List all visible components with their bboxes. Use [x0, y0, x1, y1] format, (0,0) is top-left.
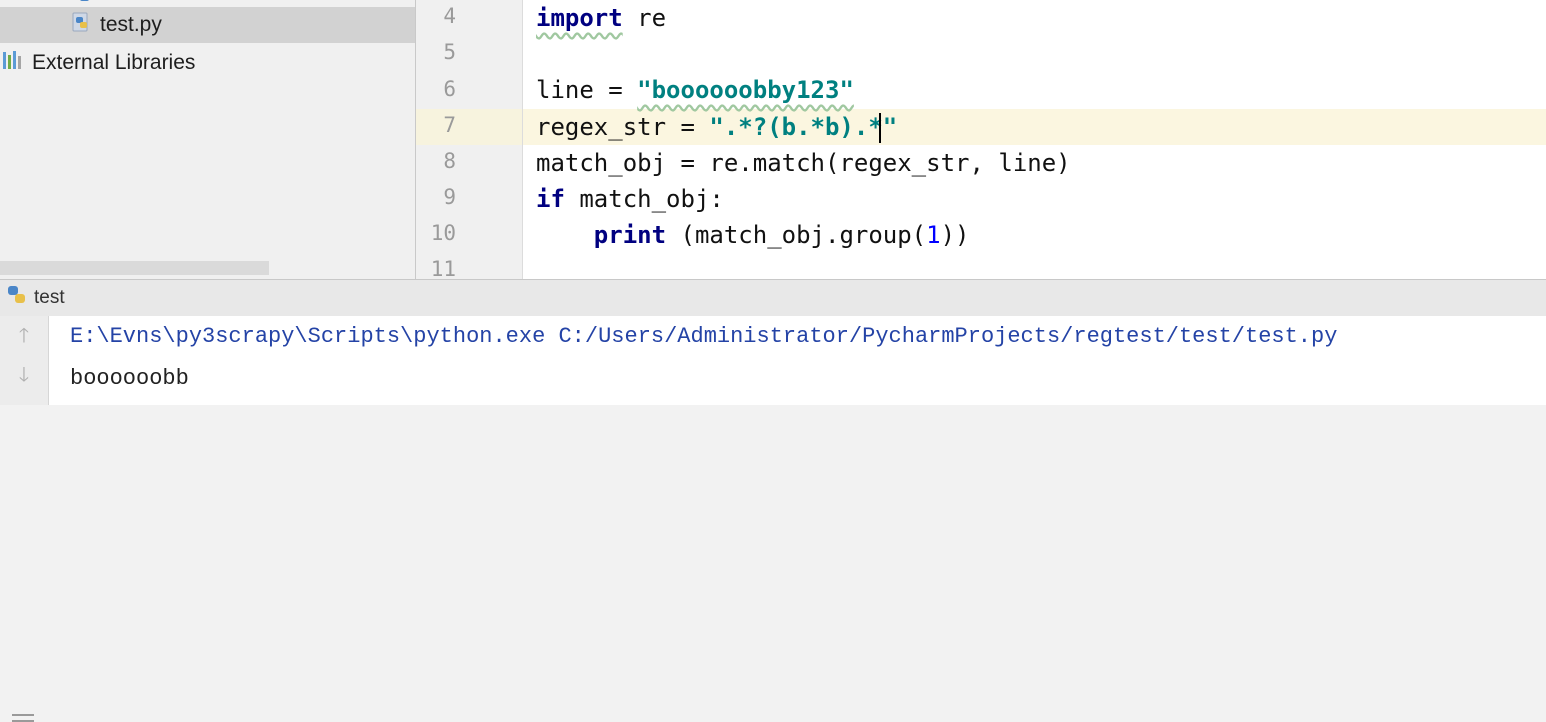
keyword: if — [536, 185, 565, 213]
text-caret — [878, 113, 881, 143]
line-number: 10 — [430, 221, 456, 245]
code-text: line = — [536, 76, 638, 104]
string-literal-end: " — [882, 113, 898, 141]
line-number: 4 — [443, 4, 456, 28]
run-console[interactable]: E:\Evns\py3scrapy\Scripts\python.exe C:/… — [49, 316, 1546, 405]
code-editor[interactable]: import re line = "boooooobby123" regex_s… — [523, 0, 1546, 279]
code-text: match_obj: — [564, 185, 724, 213]
keyword: import — [536, 4, 623, 32]
line-number: 8 — [443, 149, 456, 173]
console-output-line: boooooobb — [70, 366, 189, 391]
code-line-4[interactable]: import re — [536, 0, 666, 36]
code-line-6[interactable]: line = "boooooobby123" — [536, 72, 854, 108]
python-file-icon — [70, 10, 94, 40]
python-run-icon — [6, 284, 28, 312]
arrow-up-icon[interactable]: 🡑 — [14, 325, 34, 347]
libraries-icon — [2, 49, 24, 77]
tree-item-label: test.py — [100, 13, 162, 36]
run-tab-test[interactable]: test — [34, 287, 65, 309]
line-number: 5 — [443, 40, 456, 64]
tree-item-label: External Libraries — [32, 51, 196, 74]
code-text: re — [622, 4, 667, 32]
string-literal: ".*?(b.*b).* — [709, 113, 883, 141]
code-text: (match_obj.group( — [666, 221, 927, 249]
builtin-function: print — [593, 221, 667, 249]
code-text: match_obj = re.match(regex_str, line) — [536, 149, 1071, 177]
tree-item-test-py[interactable]: test.py — [0, 7, 415, 43]
code-line-9[interactable]: if match_obj: — [536, 181, 724, 217]
number-literal: 1 — [926, 221, 941, 249]
code-line-10[interactable]: print (match_obj.group(1)) — [536, 217, 970, 253]
line-number: 7 — [443, 113, 456, 137]
editor-gutter: 4 5 6 7 8 9 10 11 — [416, 0, 523, 281]
code-line-8[interactable]: match_obj = re.match(regex_str, line) — [536, 145, 1071, 181]
arrow-down-icon[interactable]: 🡓 — [14, 364, 34, 386]
code-text: regex_str = — [536, 113, 710, 141]
code-text: )) — [940, 221, 970, 249]
line-number: 9 — [443, 185, 456, 209]
project-tree: test.py External Libraries — [0, 0, 416, 279]
console-command-line: E:\Evns\py3scrapy\Scripts\python.exe C:/… — [70, 324, 1338, 349]
line-number: 6 — [443, 77, 456, 101]
code-line-7[interactable]: regex_str = ".*?(b.*b).*" — [536, 109, 897, 145]
menu-lines-icon[interactable] — [12, 714, 34, 722]
line-number: 11 — [430, 257, 456, 281]
tree-item-external-libraries[interactable]: External Libraries — [0, 45, 415, 81]
horizontal-scrollbar[interactable] — [0, 261, 269, 275]
run-panel-header: test — [0, 279, 1546, 317]
run-toolbar: 🡑 🡓 — [0, 316, 49, 722]
string-literal: "boooooobby123" — [637, 76, 854, 104]
